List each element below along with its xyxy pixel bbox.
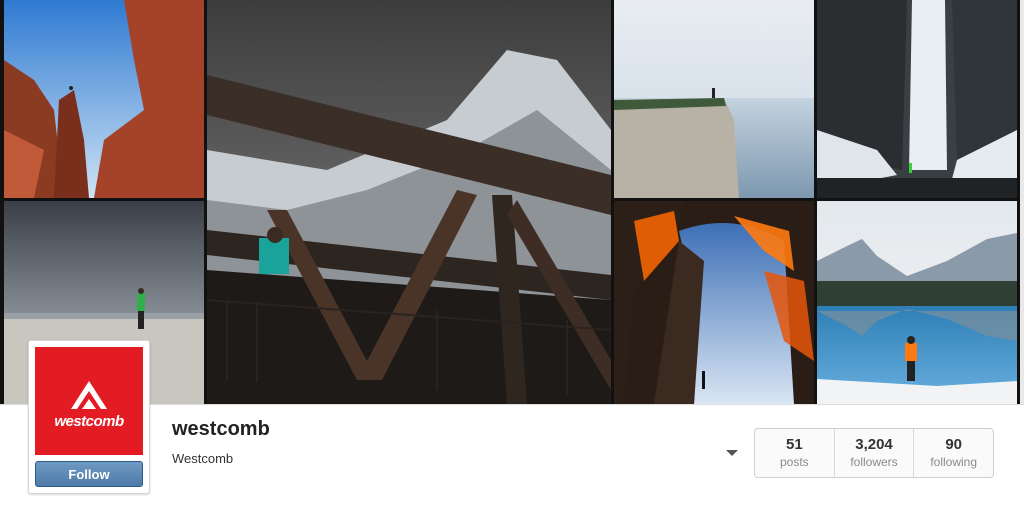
options-caret-icon[interactable] [726, 450, 738, 456]
photo-tile-arch[interactable] [614, 201, 814, 404]
photo-tile-cliff[interactable] [614, 0, 814, 198]
avatar[interactable]: westcomb [35, 347, 143, 455]
stat-posts-label: posts [779, 455, 809, 469]
photo-tile-canyon[interactable] [4, 0, 204, 198]
grid-edge [1020, 0, 1024, 404]
logo-text: westcomb [54, 413, 124, 430]
profile-username: westcomb [172, 418, 270, 440]
follow-button[interactable]: Follow [35, 461, 143, 487]
photo-tile-waterfall[interactable] [817, 0, 1017, 198]
stat-posts[interactable]: 51 posts [755, 429, 835, 477]
avatar-card: westcomb Follow [28, 340, 150, 494]
photo-tile-lake[interactable] [817, 201, 1017, 404]
stat-following-count: 90 [945, 436, 963, 453]
stat-posts-count: 51 [785, 436, 803, 453]
profile-stats: 51 posts 3,204 followers 90 following [754, 428, 994, 478]
stat-following-label: following [930, 455, 978, 469]
stat-followers[interactable]: 3,204 followers [835, 429, 915, 477]
profile-full-name: Westcomb [172, 451, 234, 466]
photo-grid [0, 0, 1024, 404]
photo-tile-bridge[interactable] [207, 0, 611, 404]
westcomb-logo-icon [71, 381, 107, 409]
stat-following[interactable]: 90 following [914, 429, 993, 477]
stat-followers-count: 3,204 [855, 436, 893, 453]
stat-followers-label: followers [850, 455, 898, 469]
